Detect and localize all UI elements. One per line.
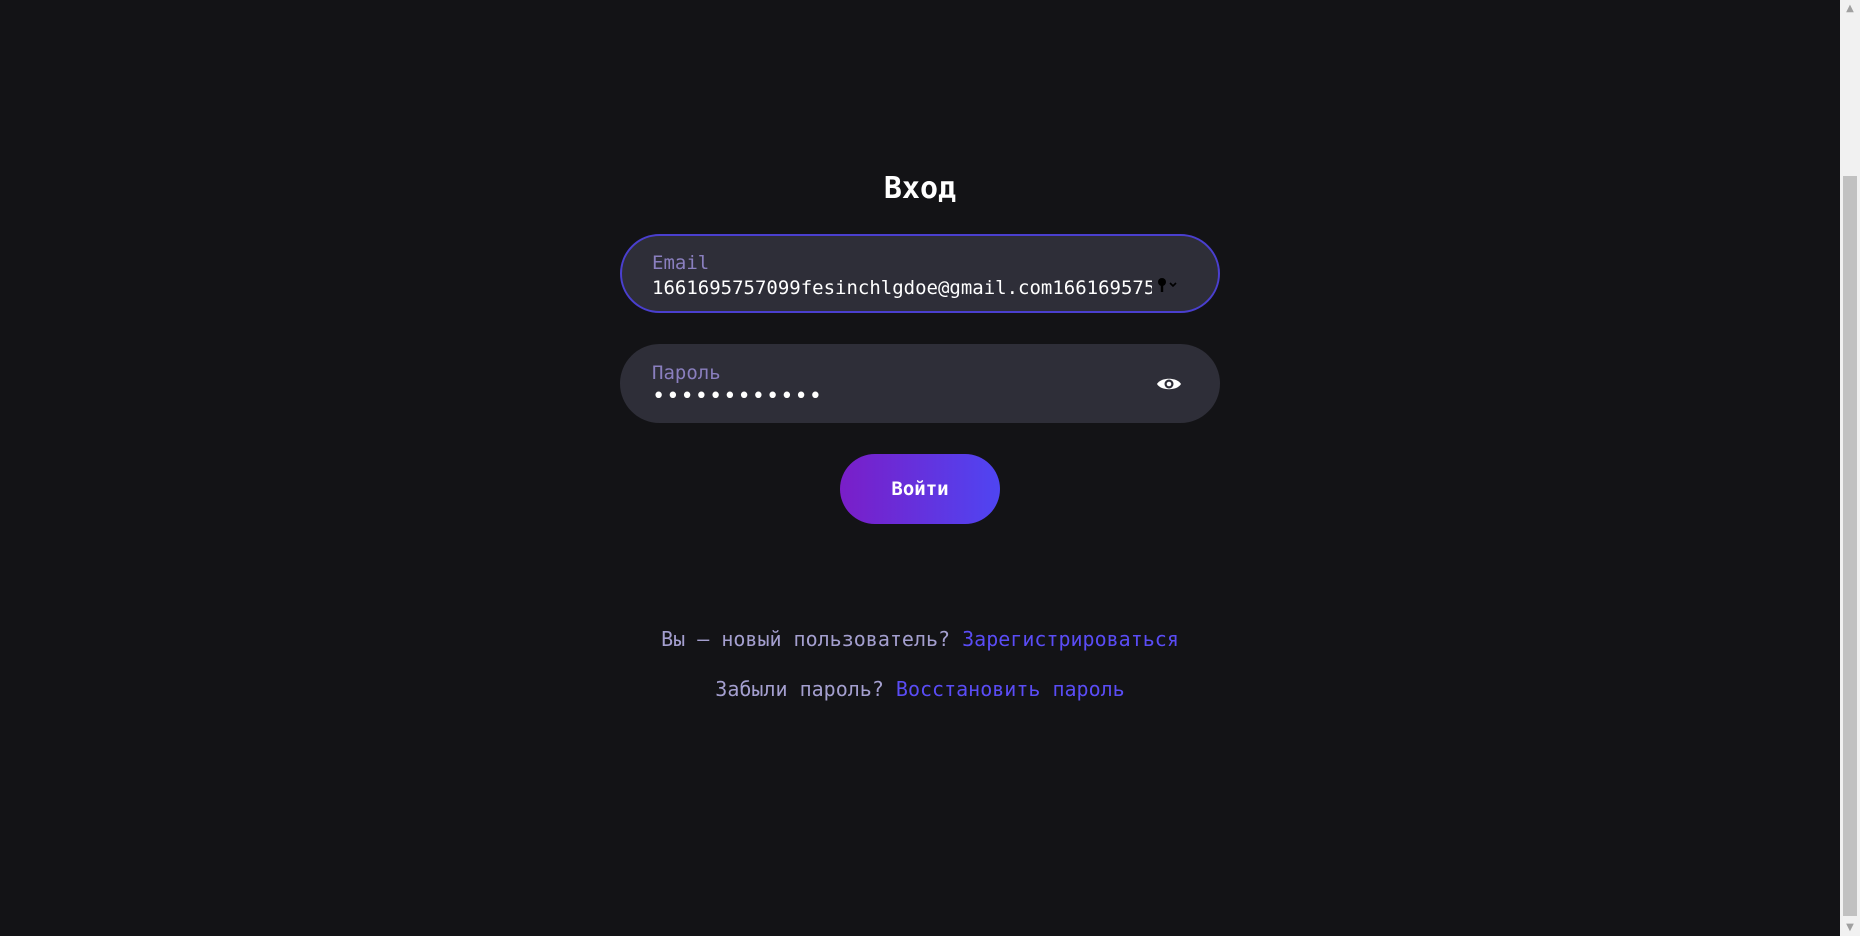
password-field[interactable]: Пароль •••••••••••• [620,344,1220,423]
scroll-down-arrow-icon[interactable]: ▼ [1840,919,1860,936]
scroll-thumb[interactable] [1843,176,1857,916]
register-link[interactable]: Зарегистрироваться [962,627,1179,651]
login-button[interactable]: Войти [840,454,1000,524]
password-label: Пароль [652,362,721,384]
forgot-password-hint: Забыли пароль? Восстановить пароль [0,676,1840,702]
page-title: Вход [883,171,957,206]
eye-icon[interactable] [1155,373,1183,395]
key-icon[interactable] [1156,276,1180,294]
email-label: Email [652,252,710,274]
email-input[interactable] [652,274,1152,302]
forgot-prompt: Забыли пароль? [715,677,884,701]
password-input[interactable]: •••••••••••• [652,384,1152,412]
scroll-up-arrow-icon[interactable]: ▲ [1840,0,1860,17]
register-prompt: Вы — новый пользователь? [661,627,951,651]
vertical-scrollbar[interactable]: ▲ ▼ [1840,0,1860,936]
login-page: Вход Email Пароль •••••••••••• [0,0,1860,936]
email-field[interactable]: Email [620,234,1220,313]
register-hint: Вы — новый пользователь? Зарегистрироват… [0,626,1840,652]
login-content: Вход Email Пароль •••••••••••• [0,0,1840,936]
restore-password-link[interactable]: Восстановить пароль [896,677,1125,701]
